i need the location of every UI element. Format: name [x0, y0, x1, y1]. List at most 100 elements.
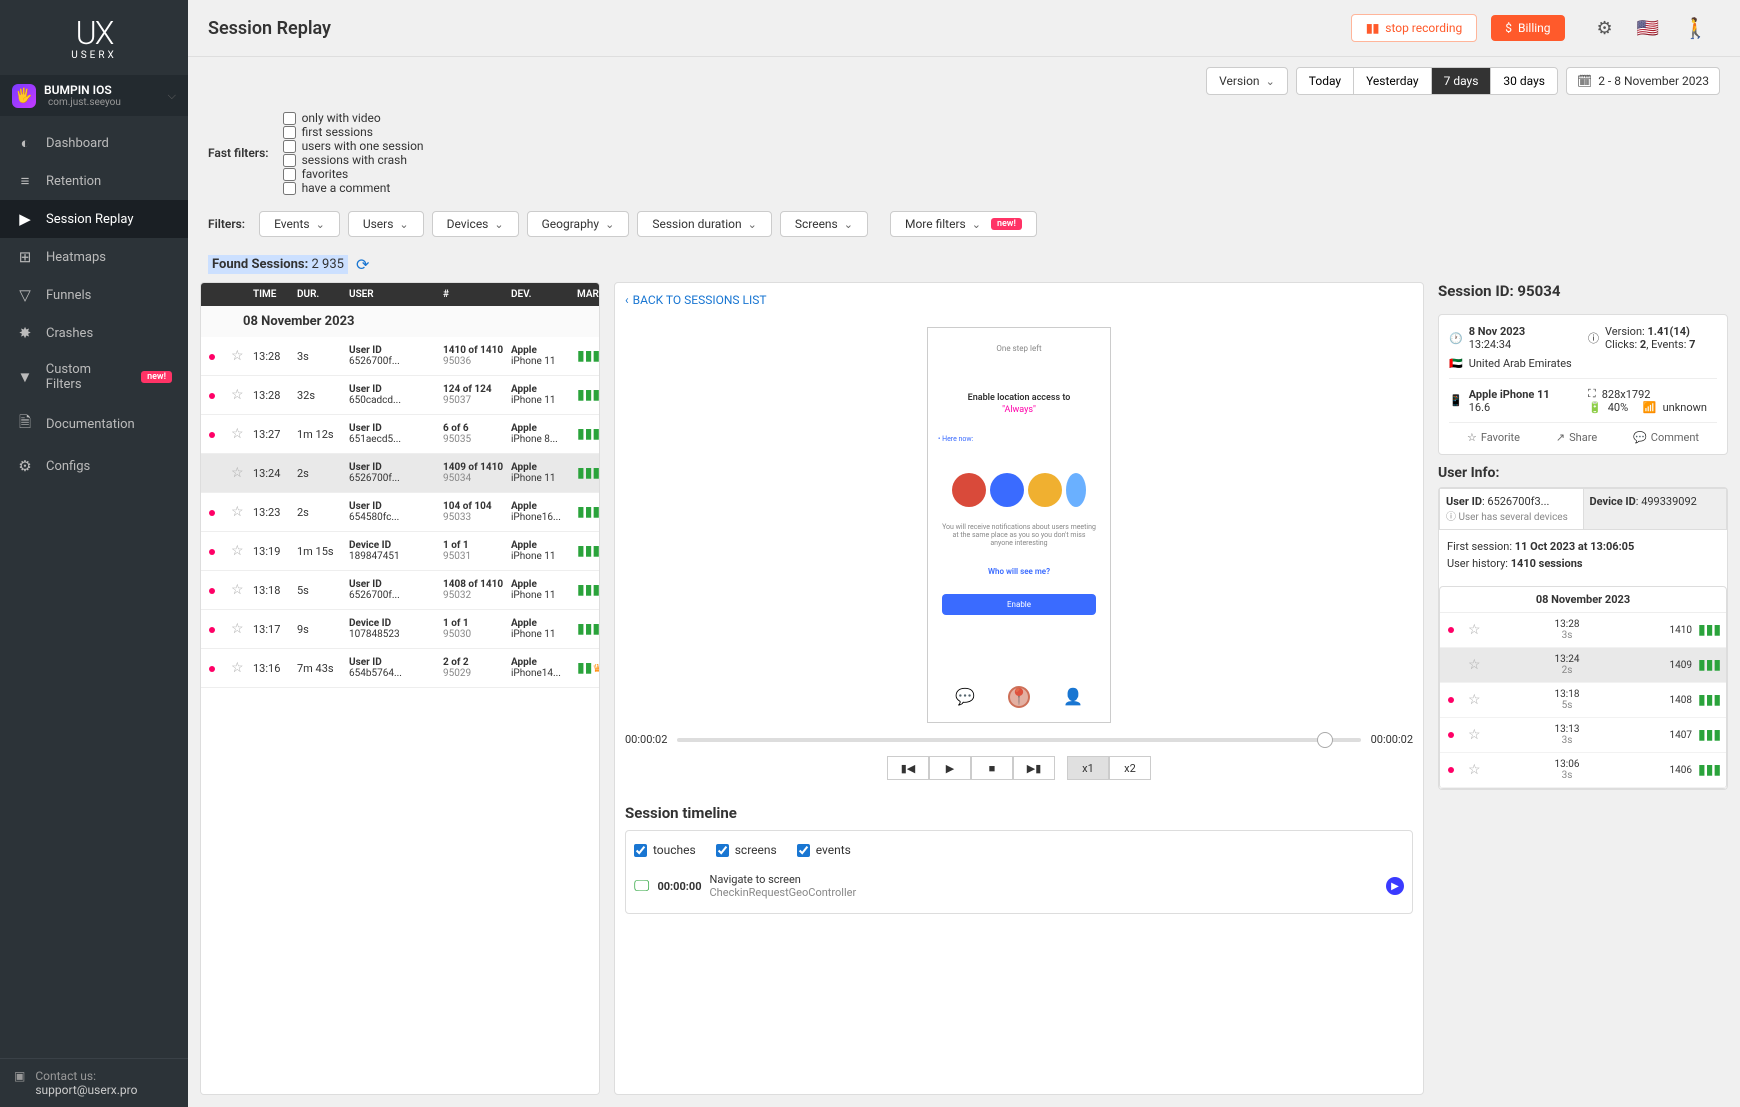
timeline-check-touches[interactable]: touches [634, 843, 696, 857]
session-row[interactable]: ☆ 13:16 7m 43s User ID654b5764... 2 of 2… [201, 649, 599, 688]
video-icon: ▮▮▮ [577, 543, 600, 559]
fast-filter-have-a-comment[interactable]: have a comment [283, 181, 424, 195]
filter-screens[interactable]: Screens⌄ [780, 211, 868, 237]
mini-session-row[interactable]: ☆ 13:242s 1409 ▮▮▮ [1440, 648, 1726, 683]
star-icon[interactable]: ☆ [231, 582, 249, 598]
filter-geography[interactable]: Geography⌄ [527, 211, 630, 237]
favorite-action[interactable]: ☆Favorite [1467, 431, 1520, 444]
header: Session Replay ▮▮ stop recording $ Billi… [188, 0, 1740, 57]
sidebar-item-custom-filters[interactable]: ▼Custom Filtersnew! [0, 352, 188, 402]
sidebar-item-crashes[interactable]: ✸Crashes [0, 314, 188, 352]
session-row[interactable]: ☆ 13:24 2s User ID6526700f... 1409 of 14… [201, 454, 599, 493]
star-icon[interactable]: ☆ [231, 465, 249, 481]
video-icon: ▮▮▮ [577, 465, 600, 481]
custom-date-button[interactable]: 🗓 2 - 8 November 2023 [1566, 67, 1720, 95]
sidebar-item-retention[interactable]: ≡Retention [0, 162, 188, 200]
scrubber[interactable] [677, 738, 1360, 742]
filter-session-duration[interactable]: Session duration⌄ [637, 211, 772, 237]
star-icon[interactable]: ☆ [231, 426, 249, 442]
mini-session-row[interactable]: ☆ 13:063s 1406 ▮▮▮ [1440, 753, 1726, 788]
session-row[interactable]: ☆ 13:28 3s User ID6526700f... 1410 of 14… [201, 337, 599, 376]
video-icon: ▮▮▮ [1698, 657, 1718, 673]
session-row[interactable]: ☆ 13:27 1m 12s User ID651aecd5... 6 of 6… [201, 415, 599, 454]
phone-preview: One step left Enable location access to … [927, 327, 1111, 723]
skip-fwd-button[interactable]: ▶▮ [1013, 756, 1055, 780]
back-link[interactable]: ‹ BACK TO SESSIONS LIST [625, 293, 767, 307]
stop-recording-button[interactable]: ▮▮ stop recording [1351, 14, 1477, 42]
mini-session-row[interactable]: ☆ 13:185s 1408 ▮▮▮ [1440, 683, 1726, 718]
timeline-play-icon[interactable]: ▶ [1386, 877, 1404, 895]
nav-icon: ◐ [16, 134, 34, 152]
date-range-7-days[interactable]: 7 days [1432, 68, 1492, 94]
speed-x1-button[interactable]: x1 [1067, 756, 1109, 780]
speed-x2-button[interactable]: x2 [1109, 756, 1151, 780]
comment-action[interactable]: 💬Comment [1633, 431, 1699, 444]
star-icon[interactable]: ☆ [231, 348, 249, 364]
session-row[interactable]: ☆ 13:17 9s Device ID107848523 1 of 19503… [201, 610, 599, 649]
sessions-panel: TIMEDUR.USER#DEV.MARKS 08 November 2023 … [200, 282, 600, 1095]
star-icon[interactable]: ☆ [231, 660, 249, 676]
version-dropdown[interactable]: Version⌄ [1206, 67, 1288, 95]
star-icon[interactable]: ☆ [231, 621, 249, 637]
billing-button[interactable]: $ Billing [1491, 15, 1564, 41]
resolution-icon: ⛶ [1588, 387, 1596, 401]
session-row[interactable]: ☆ 13:23 2s User ID654580fc... 104 of 104… [201, 493, 599, 532]
calendar-icon: 🗓 [1577, 74, 1592, 88]
sidebar-item-configs[interactable]: ⚙Configs [0, 447, 188, 485]
fast-filter-first-sessions[interactable]: first sessions [283, 125, 424, 139]
star-icon[interactable]: ☆ [1468, 762, 1482, 778]
star-icon[interactable]: ☆ [1468, 692, 1482, 708]
star-icon[interactable]: ☆ [1468, 727, 1482, 743]
stop-button[interactable]: ■ [971, 756, 1013, 780]
star-icon[interactable]: ☆ [231, 387, 249, 403]
refresh-icon[interactable]: ⟳ [356, 255, 369, 274]
account-icon[interactable]: 🚶 [1683, 16, 1708, 40]
found-sessions-label: Found Sessions: 2 935 [208, 255, 348, 274]
mini-session-row[interactable]: ☆ 13:133s 1407 ▮▮▮ [1440, 718, 1726, 753]
support-label: Contact us: [35, 1069, 137, 1083]
sidebar-item-heatmaps[interactable]: ⊞Heatmaps [0, 238, 188, 276]
fast-filter-favorites[interactable]: favorites [283, 167, 424, 181]
fast-filter-sessions-with-crash[interactable]: sessions with crash [283, 153, 424, 167]
star-icon[interactable]: ☆ [1468, 622, 1482, 638]
support-email[interactable]: support@userx.pro [35, 1083, 137, 1097]
flag-icon[interactable]: 🇺🇸 [1637, 18, 1659, 39]
sidebar: UX USERX 🖐 BUMPIN IOS com.just.seeyou ⌵ … [0, 0, 188, 1107]
timeline-check-screens[interactable]: screens [716, 843, 777, 857]
play-button[interactable]: ▶ [929, 756, 971, 780]
filter-users[interactable]: Users⌄ [348, 211, 424, 237]
fast-filter-users-with-one-session[interactable]: users with one session [283, 139, 424, 153]
sidebar-item-session-replay[interactable]: ▶Session Replay [0, 200, 188, 238]
sidebar-item-dashboard[interactable]: ◐Dashboard [0, 124, 188, 162]
skip-back-button[interactable]: ▮◀ [887, 756, 929, 780]
flag-uae-icon: 🇦🇪 [1449, 357, 1463, 370]
video-icon: ▮▮▮ [1698, 622, 1718, 638]
session-row[interactable]: ☆ 13:19 1m 15s Device ID189847451 1 of 1… [201, 532, 599, 571]
battery-icon: 🔋 [1588, 401, 1602, 414]
settings-icon[interactable]: ⚙ [1597, 18, 1613, 39]
star-icon[interactable]: ☆ [231, 504, 249, 520]
session-id-title: Session ID: 95034 [1438, 282, 1728, 300]
mini-session-row[interactable]: ☆ 13:283s 1410 ▮▮▮ [1440, 613, 1726, 648]
sidebar-item-funnels[interactable]: ▽Funnels [0, 276, 188, 314]
timeline-check-events[interactable]: events [797, 843, 851, 857]
date-range-today[interactable]: Today [1297, 68, 1354, 94]
more-filters-button[interactable]: More filters⌄ new! [890, 211, 1037, 237]
nav-icon: ▽ [16, 286, 34, 304]
date-range-30-days[interactable]: 30 days [1491, 68, 1557, 94]
nav-icon: ⊞ [16, 248, 34, 266]
filter-devices[interactable]: Devices⌄ [432, 211, 519, 237]
session-row[interactable]: ☆ 13:18 5s User ID6526700f... 1408 of 14… [201, 571, 599, 610]
app-selector[interactable]: 🖐 BUMPIN IOS com.just.seeyou ⌵ [0, 75, 188, 116]
session-row[interactable]: ☆ 13:28 32s User ID650cadcd... 124 of 12… [201, 376, 599, 415]
sidebar-item-documentation[interactable]: 🗎Documentation [0, 402, 188, 447]
timeline-item[interactable]: 🖵 00:00:00 Navigate to screen CheckinReq… [634, 867, 1404, 905]
star-icon[interactable]: ☆ [1468, 657, 1482, 673]
star-icon[interactable]: ☆ [231, 543, 249, 559]
share-action[interactable]: ↗Share [1556, 431, 1597, 444]
filter-events[interactable]: Events⌄ [259, 211, 340, 237]
comment-icon: 💬 [1633, 431, 1647, 444]
date-range-yesterday[interactable]: Yesterday [1354, 68, 1432, 94]
chevron-down-icon: ⌵ [168, 89, 176, 103]
fast-filter-only-with-video[interactable]: only with video [283, 111, 424, 125]
